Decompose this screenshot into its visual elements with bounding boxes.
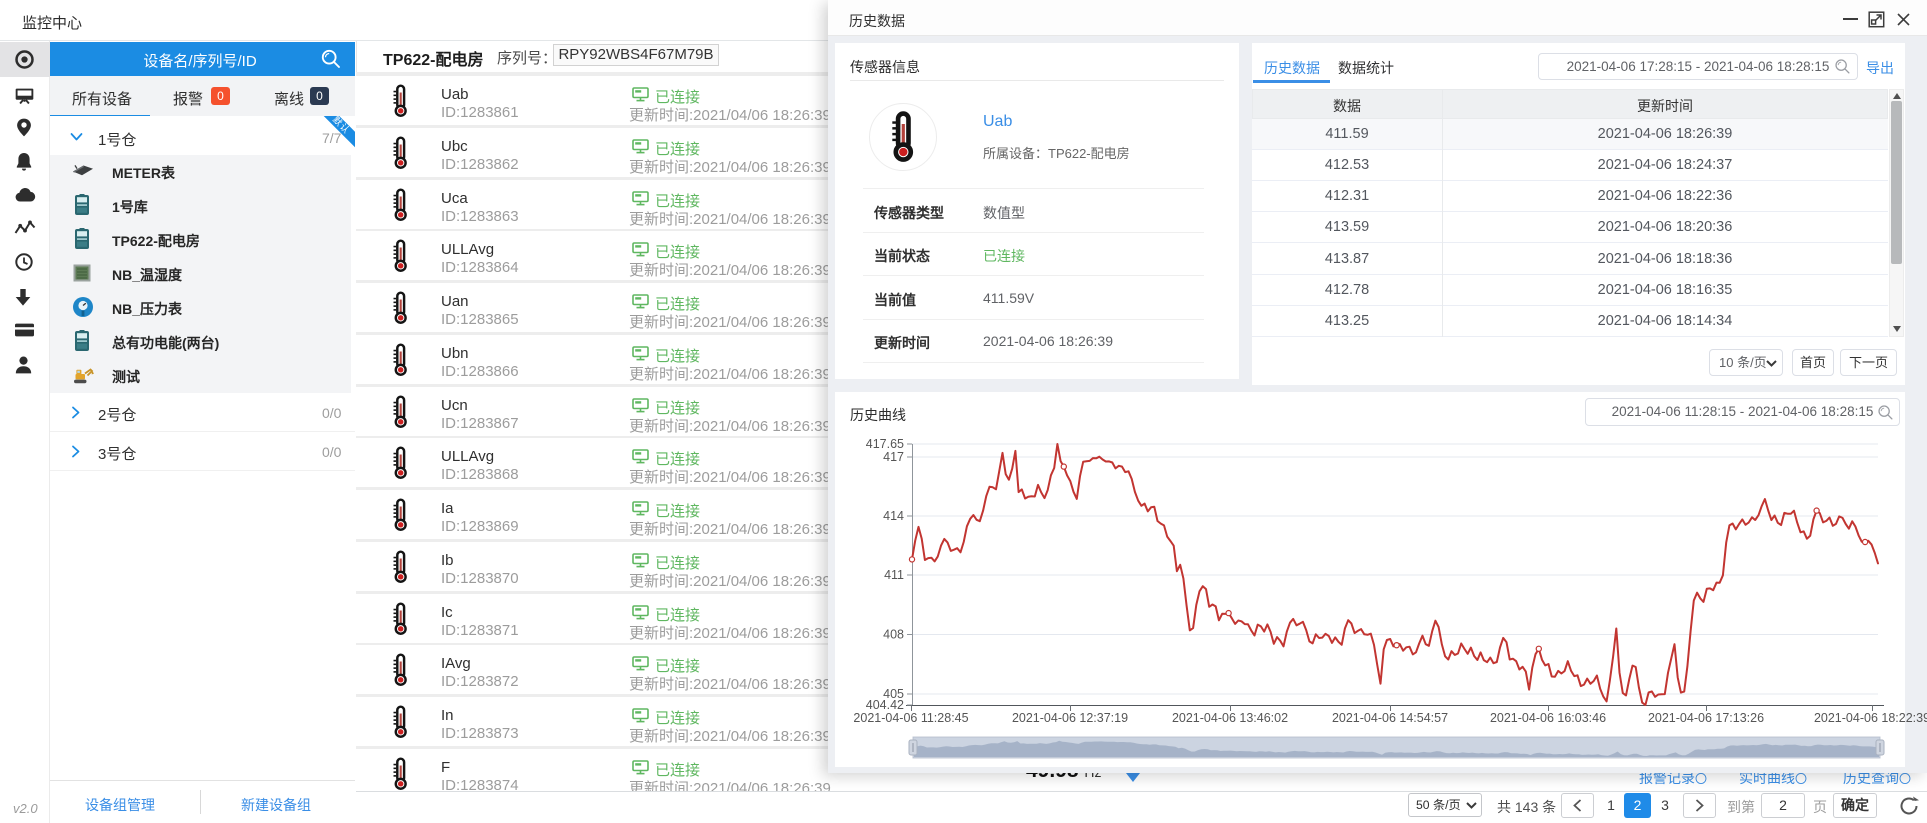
- svg-text:2021-04-06 14:54:57: 2021-04-06 14:54:57: [1332, 711, 1448, 725]
- svg-text:2021-04-06 13:46:02: 2021-04-06 13:46:02: [1172, 711, 1288, 725]
- svg-text:417.65: 417.65: [866, 437, 904, 451]
- svg-text:411: 411: [884, 568, 904, 582]
- svg-text:2021-04-06 11:28:45: 2021-04-06 11:28:45: [853, 711, 968, 725]
- svg-text:404.42: 404.42: [866, 698, 904, 712]
- svg-text:2021-04-06 12:37:19: 2021-04-06 12:37:19: [1012, 711, 1128, 725]
- svg-text:2021-04-06 18:22:39: 2021-04-06 18:22:39: [1814, 711, 1927, 725]
- svg-text:2021-04-06 16:03:46: 2021-04-06 16:03:46: [1490, 711, 1606, 725]
- svg-text:408: 408: [883, 628, 904, 642]
- svg-text:2021-04-06 17:13:26: 2021-04-06 17:13:26: [1648, 711, 1764, 725]
- svg-text:414: 414: [883, 509, 904, 523]
- svg-text:417: 417: [883, 450, 904, 464]
